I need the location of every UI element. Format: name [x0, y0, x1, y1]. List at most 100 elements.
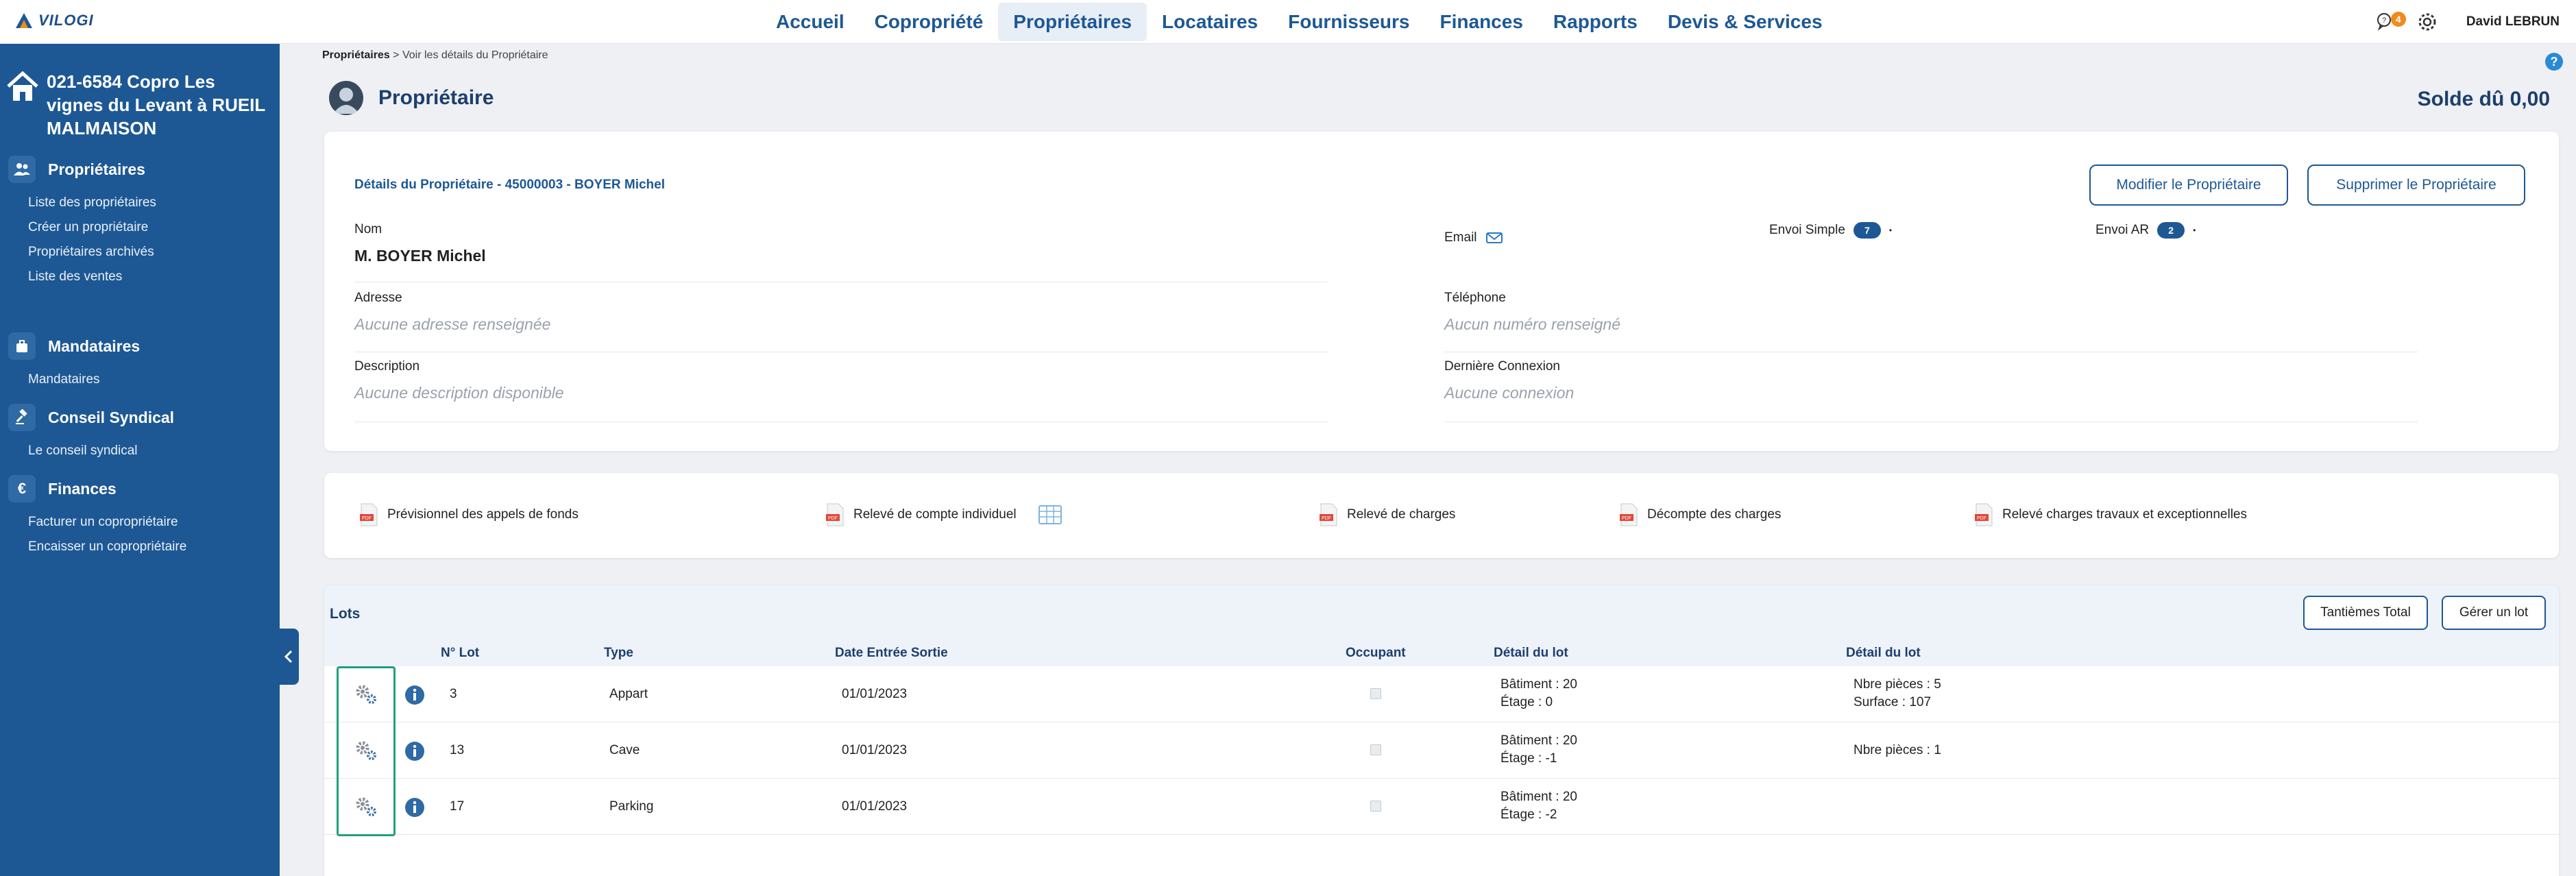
lot-type: Cave: [609, 743, 640, 757]
lot-number: 17: [450, 799, 465, 814]
nav-fournisseurs[interactable]: Fournisseurs: [1273, 3, 1424, 41]
sidebar-head-label: Finances: [48, 479, 117, 498]
sidebar-section-conseil: Conseil Syndical Le conseil syndical: [8, 402, 276, 463]
notification-count-badge: 4: [2390, 12, 2406, 27]
edit-owner-button[interactable]: Modifier le Propriétaire: [2089, 165, 2288, 206]
sidebar-head-proprietaires[interactable]: Propriétaires: [8, 154, 276, 185]
header-occupant: Occupant: [1346, 646, 1406, 660]
envoi-ar-count-badge[interactable]: 2: [2157, 222, 2185, 239]
svg-text:PDF: PDF: [1977, 516, 1986, 521]
sidebar-link-proprietaires-archives[interactable]: Propriétaires archivés: [28, 240, 276, 265]
nav-accueil[interactable]: Accueil: [761, 3, 860, 41]
envoi-ar-label: Envoi AR: [2095, 223, 2150, 237]
doc-releve-compte[interactable]: PDF Relevé de compte individuel: [826, 503, 1062, 526]
lot-etage: Étage : -1: [1500, 751, 1557, 766]
last-login-label: Dernière Connexion: [1444, 359, 1560, 374]
help-icon[interactable]: ?: [2545, 53, 2563, 71]
sidebar-link-creer-proprietaire[interactable]: Créer un propriétaire: [28, 215, 276, 240]
lot-actions-button[interactable]: [337, 779, 395, 835]
gears-icon: [356, 741, 376, 760]
notifications-button[interactable]: ? 4: [2374, 10, 2406, 34]
lot-actions-button[interactable]: [337, 722, 395, 779]
info-icon[interactable]: [404, 796, 426, 818]
doc-label: Relevé de charges: [1347, 507, 1456, 522]
nav-locataires[interactable]: Locataires: [1147, 3, 1273, 41]
doc-releve-charges[interactable]: PDF Relevé de charges: [1320, 503, 1455, 526]
sidebar-link-mandataires[interactable]: Mandataires: [28, 367, 276, 392]
info-icon[interactable]: [404, 740, 426, 762]
documents-card: PDF Prévisionnel des appels de fonds PDF…: [324, 473, 2559, 558]
breadcrumb-root[interactable]: Propriétaires: [322, 49, 390, 61]
doc-previsionnel[interactable]: PDF Prévisionnel des appels de fonds: [360, 503, 579, 526]
lot-detail-1: Nbre pièces : 1: [1854, 743, 1941, 757]
name-field: Nom M. BOYER Michel: [354, 222, 1328, 282]
lot-type: Appart: [609, 687, 648, 701]
envoi-ar-row: Envoi AR 2 •: [2095, 222, 2196, 239]
nav-devis-services[interactable]: Devis & Services: [1653, 3, 1838, 41]
sidebar-link-liste-proprietaires[interactable]: Liste des propriétaires: [28, 191, 276, 215]
doc-label: Relevé de compte individuel: [853, 507, 1017, 522]
lot-number: 3: [450, 687, 457, 701]
description-field: Description Aucune description disponibl…: [354, 359, 1328, 422]
name-value: M. BOYER Michel: [354, 247, 486, 265]
sidebar-head-finances[interactable]: € Finances: [8, 473, 276, 504]
lot-actions-button[interactable]: [337, 666, 395, 722]
nav-copropriete[interactable]: Copropriété: [860, 3, 999, 41]
building-name: 021-6584 Copro Les vignes du Levant à RU…: [47, 71, 265, 138]
spreadsheet-icon[interactable]: [1038, 505, 1062, 524]
table-row: 17 Parking 01/01/2023 Bâtiment : 20 Étag…: [324, 779, 2559, 835]
email-label: Email: [1444, 230, 1477, 245]
address-value: Aucune adresse renseignée: [354, 315, 551, 333]
vilogi-logo[interactable]: VILOGI: [14, 8, 101, 33]
owner-details-title: Détails du Propriétaire - 45000003 - BOY…: [354, 178, 666, 192]
nav-rapports[interactable]: Rapports: [1538, 3, 1653, 41]
tantiemes-total-button[interactable]: Tantièmes Total: [2303, 596, 2428, 630]
sidebar-link-liste-ventes[interactable]: Liste des ventes: [28, 265, 276, 289]
sidebar-link-encaisser[interactable]: Encaisser un copropriétaire: [28, 535, 276, 559]
envoi-simple-label: Envoi Simple: [1769, 223, 1845, 237]
sidebar-head-mandataires[interactable]: Mandataires: [8, 330, 276, 362]
svg-text:PDF: PDF: [828, 516, 838, 521]
envoi-simple-count-badge[interactable]: 7: [1853, 222, 1881, 239]
manage-lot-button[interactable]: Gérer un lot: [2442, 596, 2546, 630]
doc-label: Prévisionnel des appels de fonds: [387, 507, 579, 522]
sidebar-section-proprietaires: Propriétaires Liste des propriétaires Cr…: [8, 154, 276, 289]
doc-decompte-charges[interactable]: PDF Décompte des charges: [1620, 503, 1781, 526]
gavel-icon: [8, 404, 36, 431]
lot-etage: Étage : -2: [1500, 807, 1557, 822]
info-icon[interactable]: [404, 684, 426, 706]
breadcrumb-current: Voir les détails du Propriétaire: [402, 49, 548, 61]
svg-text:PDF: PDF: [362, 516, 372, 521]
delete-owner-button[interactable]: Supprimer le Propriétaire: [2307, 165, 2525, 206]
occupant-checkbox: [1370, 801, 1381, 812]
lot-detail-2: Surface : 107: [1854, 695, 1932, 709]
header-detail-lot: Détail du lot: [1494, 646, 1568, 660]
page-header: Propriétaire: [329, 81, 494, 115]
pdf-icon: PDF: [1620, 503, 1638, 526]
nav-proprietaires[interactable]: Propriétaires: [998, 3, 1147, 41]
home-icon: [7, 71, 38, 101]
users-icon: [8, 156, 36, 183]
gears-icon: [356, 797, 376, 816]
nav-finances[interactable]: Finances: [1425, 3, 1538, 41]
logo-icon: [16, 13, 32, 28]
settings-button[interactable]: [2416, 10, 2439, 34]
sidebar-head-conseil[interactable]: Conseil Syndical: [8, 402, 276, 433]
sidebar-section-mandataires: Mandataires Mandataires: [8, 330, 276, 392]
description-label: Description: [354, 359, 420, 374]
doc-releve-travaux[interactable]: PDF Relevé charges travaux et exceptionn…: [1975, 503, 2247, 526]
sidebar-collapse-button[interactable]: [278, 629, 299, 685]
breadcrumb-separator: >: [393, 49, 400, 61]
sidebar-link-facturer[interactable]: Facturer un copropriétaire: [28, 510, 276, 535]
envelope-icon[interactable]: [1485, 231, 1503, 245]
sidebar-link-conseil-syndical[interactable]: Le conseil syndical: [28, 439, 276, 463]
name-label: Nom: [354, 222, 382, 236]
user-name[interactable]: David LEBRUN: [2466, 14, 2560, 29]
gear-icon: [2418, 13, 2436, 31]
sidebar-section-finances: € Finances Facturer un copropriétaire En…: [8, 473, 276, 559]
euro-icon: €: [8, 475, 36, 502]
occupant-checkbox: [1370, 688, 1381, 699]
page-title: Propriétaire: [378, 86, 494, 109]
address-label: Adresse: [354, 291, 402, 305]
doc-label: Décompte des charges: [1647, 507, 1782, 522]
